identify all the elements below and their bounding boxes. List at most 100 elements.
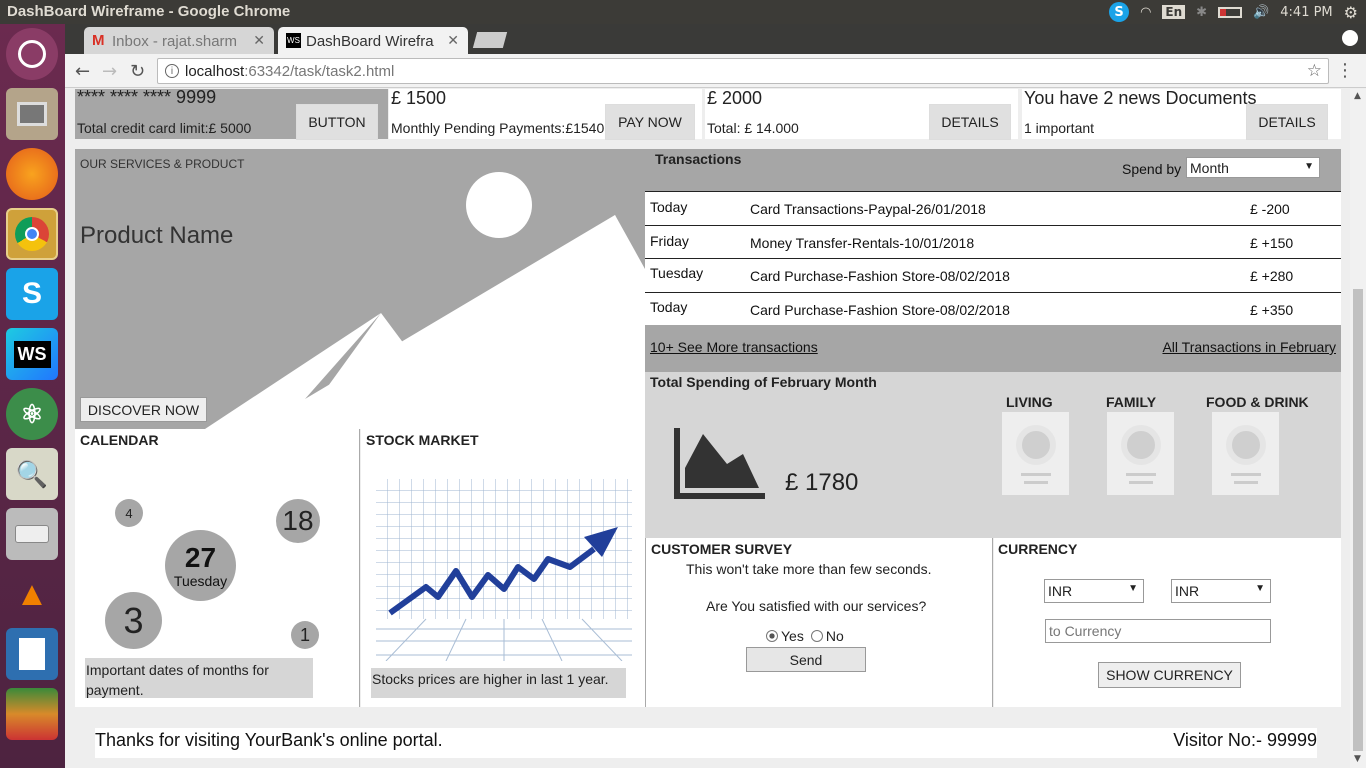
yes-label: Yes (781, 628, 804, 644)
address-bar[interactable]: i localhost:63342/task/task2.html ☆ (157, 58, 1329, 84)
disk-icon[interactable] (6, 508, 58, 560)
bluetooth-icon[interactable]: ✱ (1196, 5, 1207, 20)
no-radio[interactable] (810, 630, 823, 642)
table-row[interactable]: Today Card Transactions-Paypal-26/01/201… (645, 191, 1341, 225)
show-currency-button[interactable]: SHOW CURRENCY (1098, 662, 1241, 688)
tab-label: Inbox - rajat.sharm (112, 33, 238, 50)
yes-radio[interactable] (766, 630, 778, 642)
calendar-date[interactable]: 3 (105, 592, 162, 649)
transactions-header: Transactions Spend by Month ▼ (645, 149, 1341, 191)
chevron-down-icon: ▼ (1128, 583, 1138, 594)
table-row[interactable]: Friday Money Transfer-Rentals-10/01/2018… (645, 225, 1341, 259)
calendar-date[interactable]: 4 (115, 499, 143, 527)
details-button[interactable]: DETAILS (929, 104, 1011, 140)
credit-card-summary: **** **** **** 9999 Total credit card li… (75, 89, 388, 140)
stacked-apps-icon[interactable] (6, 688, 58, 740)
wifi-icon[interactable]: ◠ (1140, 5, 1151, 20)
table-row[interactable]: Today Card Purchase-Fashion Store-08/02/… (645, 292, 1341, 326)
bookmark-star-icon[interactable]: ☆ (1307, 61, 1322, 81)
url-host: localhost (185, 63, 245, 80)
spend-by-select[interactable]: Month ▼ (1186, 157, 1320, 178)
url-path: :63342/task/task2.html (244, 63, 395, 80)
category-living: LIVING (1006, 394, 1053, 410)
card-number: **** **** **** 9999 (77, 89, 217, 107)
files-icon[interactable] (6, 88, 58, 140)
skype-tray-icon[interactable]: S (1109, 2, 1130, 22)
page-scrollbar[interactable]: ▲ ▼ (1350, 89, 1366, 768)
browser-toolbar: ← → ↻ i localhost:63342/task/task2.html … (65, 54, 1366, 88)
send-button[interactable]: Send (746, 647, 866, 672)
menu-icon[interactable]: ⋮ (1336, 60, 1354, 81)
from-currency-select[interactable]: INR ▼ (1044, 579, 1144, 603)
documents-card: You have 2 news Documents 1 important DE… (1022, 89, 1341, 140)
keyboard-language[interactable]: En (1162, 5, 1186, 19)
discover-now-button[interactable]: DISCOVER NOW (80, 397, 207, 422)
tab-dashboard[interactable]: WS DashBoard Wirefra ✕ (278, 27, 468, 54)
calendar-heading: CALENDAR (80, 432, 159, 448)
to-currency-input[interactable]: to Currency (1045, 619, 1271, 643)
pending-payments-card: £ 1500 Monthly Pending Payments:£1540 PA… (389, 89, 702, 140)
launcher: S WS ⚛ 🔍 ▲ (0, 24, 65, 768)
transaction-amount: £ +150 (1250, 235, 1294, 251)
skype-icon[interactable]: S (6, 268, 58, 320)
reload-icon[interactable]: ↻ (130, 61, 145, 82)
services-heading: OUR SERVICES & PRODUCT (80, 157, 245, 171)
webstorm-icon[interactable]: WS (6, 328, 58, 380)
image-viewer-icon[interactable]: 🔍 (6, 448, 58, 500)
survey-heading: CUSTOMER SURVEY (651, 541, 793, 557)
tab-gmail[interactable]: M Inbox - rajat.sharm ✕ (84, 27, 274, 54)
no-label: No (825, 628, 844, 644)
back-arrow-icon[interactable]: ← (75, 61, 90, 82)
transaction-description: Money Transfer-Rentals-10/01/2018 (750, 235, 975, 251)
calendar-weekday: Tuesday (173, 572, 228, 589)
see-more-transactions-link[interactable]: 10+ See More transactions (650, 339, 818, 355)
balance-amount: £ 2000 (707, 89, 763, 108)
calendar-date[interactable]: 1 (291, 621, 319, 649)
all-transactions-link[interactable]: All Transactions in February (1162, 339, 1336, 355)
scroll-down-arrow-icon[interactable]: ▼ (1354, 754, 1361, 764)
calendar-day-number: 27 (184, 541, 217, 573)
vlc-icon[interactable]: ▲ (6, 568, 58, 620)
living-image-placeholder (1002, 412, 1069, 495)
ubuntu-icon[interactable] (6, 28, 58, 80)
document-viewer-icon[interactable] (6, 628, 58, 680)
transaction-day: Friday (650, 233, 689, 249)
stock-growth-image (376, 479, 632, 661)
transaction-amount: £ +280 (1250, 268, 1294, 284)
close-tab-icon[interactable]: ✕ (447, 32, 459, 49)
transactions-heading: Transactions (655, 151, 742, 167)
transaction-day: Today (650, 199, 688, 215)
calendar-date[interactable]: 18 (276, 499, 320, 543)
volume-icon[interactable]: 🔊 (1253, 5, 1269, 20)
documents-title: You have 2 news Documents (1024, 89, 1257, 108)
food-drink-image-placeholder (1212, 412, 1279, 495)
scrollbar-thumb[interactable] (1353, 289, 1363, 751)
battery-icon[interactable] (1218, 6, 1243, 18)
chrome-icon[interactable] (6, 208, 58, 260)
balance-card: £ 2000 Total: £ 14.000 DETAILS (705, 89, 1018, 140)
atom-icon[interactable]: ⚛ (6, 388, 58, 440)
webstorm-favicon-icon: WS (286, 33, 301, 48)
forward-arrow-icon[interactable]: → (102, 61, 117, 82)
page-footer: Thanks for visiting YourBank's online po… (95, 728, 1317, 758)
new-tab-button[interactable] (472, 32, 508, 48)
customer-survey-panel: CUSTOMER SURVEY This won't take more tha… (645, 538, 993, 707)
calendar-today[interactable]: 27 Tuesday (165, 530, 236, 601)
firefox-icon[interactable] (6, 148, 58, 200)
gear-icon[interactable]: ⚙ (1344, 3, 1358, 22)
profile-icon[interactable] (1342, 30, 1358, 46)
close-tab-icon[interactable]: ✕ (253, 32, 265, 49)
details-button[interactable]: DETAILS (1246, 104, 1328, 140)
card-button[interactable]: BUTTON (296, 104, 378, 140)
pay-now-button[interactable]: PAY NOW (605, 104, 695, 140)
to-currency-select[interactable]: INR ▼ (1171, 579, 1271, 603)
transaction-amount: £ +350 (1250, 302, 1294, 318)
clock[interactable]: 4:41 PM (1280, 5, 1332, 20)
survey-options: Yes No (766, 628, 844, 644)
transaction-description: Card Transactions-Paypal-26/01/2018 (750, 201, 986, 217)
info-icon[interactable]: i (165, 64, 179, 78)
table-row[interactable]: Tuesday Card Purchase-Fashion Store-08/0… (645, 258, 1341, 292)
page-viewport: **** **** **** 9999 Total credit card li… (65, 89, 1350, 768)
survey-question: Are You satisfied with our services? (706, 598, 927, 614)
scroll-up-arrow-icon[interactable]: ▲ (1354, 91, 1361, 101)
